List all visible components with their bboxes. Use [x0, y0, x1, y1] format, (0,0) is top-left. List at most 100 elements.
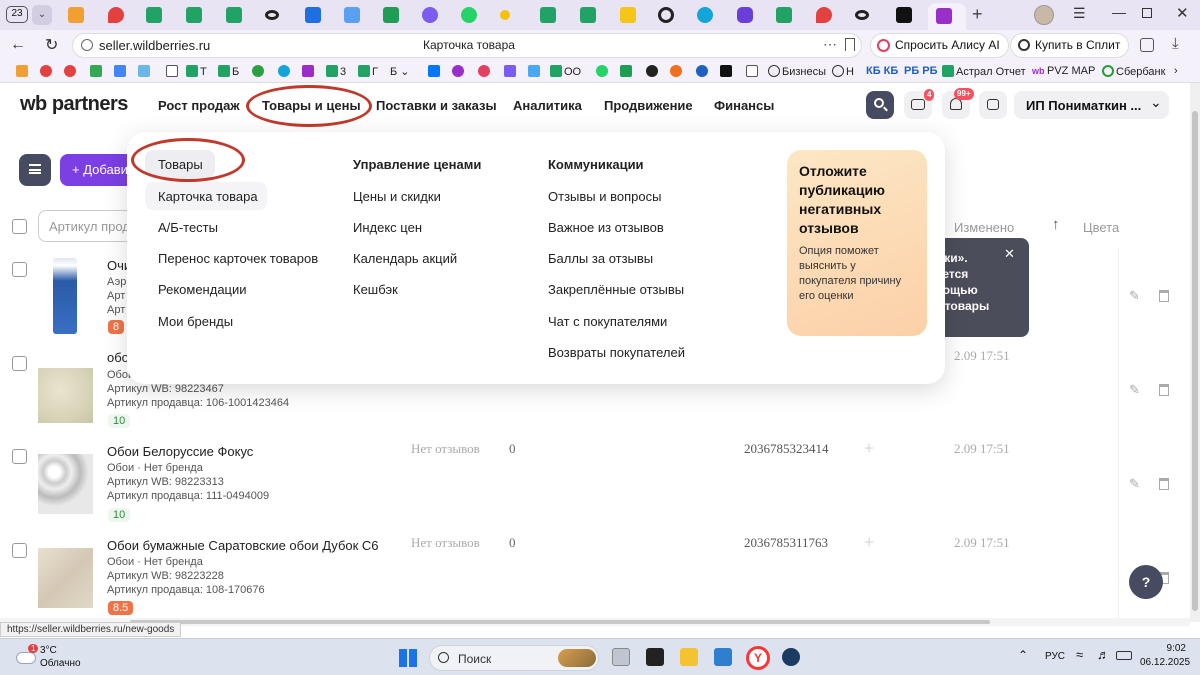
sheets-tab-icon[interactable]: [186, 7, 202, 23]
bookmark-icon[interactable]: [845, 38, 855, 51]
buy-split-button[interactable]: Купить в Сплит: [1010, 33, 1130, 58]
bookmark-3[interactable]: 3: [326, 65, 346, 78]
close-icon[interactable]: ✕: [1004, 246, 1015, 262]
apps-tab-icon[interactable]: [422, 7, 438, 23]
trash-icon[interactable]: [1159, 478, 1169, 490]
wifi-icon[interactable]: ≈: [1076, 647, 1083, 662]
dropdown-item-ab-tests[interactable]: А/Б-тесты: [158, 220, 218, 235]
bookmark-map-icon[interactable]: [40, 65, 54, 78]
map-tab-icon[interactable]: [816, 7, 832, 23]
whatsapp-tab-icon[interactable]: [461, 7, 477, 23]
bookmark-kb[interactable]: КБ КБ: [866, 65, 898, 77]
mail-tab-icon[interactable]: [68, 7, 84, 23]
plus-icon[interactable]: +: [864, 532, 874, 553]
bookmark-wb-icon[interactable]: [452, 65, 466, 78]
col-header-changed[interactable]: Изменено: [954, 220, 1014, 235]
product-title[interactable]: Обои бумажные Саратовские обои Дубок С6: [107, 538, 379, 553]
nav-analytics[interactable]: Аналитика: [513, 98, 582, 113]
col-header-colors[interactable]: Цвета: [1083, 220, 1119, 235]
product-image[interactable]: [38, 548, 93, 608]
bookmark-n[interactable]: Н: [832, 65, 854, 78]
bookmark-oo[interactable]: ОО: [550, 65, 581, 78]
bookmark-red-icon[interactable]: [478, 65, 492, 78]
row-checkbox[interactable]: [12, 543, 27, 558]
steam-icon[interactable]: [782, 648, 800, 666]
clock-time[interactable]: 9:02: [1150, 643, 1186, 654]
row-checkbox[interactable]: [12, 356, 27, 371]
row-checkbox[interactable]: [12, 262, 27, 277]
account-selector[interactable]: ИП Пониматкин ... ⌄: [1014, 91, 1169, 119]
dropdown-item-buyer-chat[interactable]: Чат с покупателями: [548, 314, 667, 329]
dropdown-item-my-brands[interactable]: Мои бренды: [158, 314, 233, 329]
scrollbar-thumb[interactable]: [130, 620, 990, 624]
task-view-icon[interactable]: [612, 648, 630, 666]
product-image[interactable]: [53, 258, 77, 334]
sheets-tab-icon[interactable]: [540, 7, 556, 23]
active-tab[interactable]: [928, 3, 966, 30]
dropdown-item-recommendations[interactable]: Рекомендации: [158, 282, 247, 297]
volume-icon[interactable]: ♬: [1097, 647, 1110, 662]
back-arrow-icon[interactable]: ←: [10, 36, 26, 54]
target-tab-icon[interactable]: [658, 7, 674, 23]
edit-icon[interactable]: ✎: [1129, 288, 1140, 304]
product-title[interactable]: обо: [107, 350, 129, 365]
new-tab-button[interactable]: +: [972, 4, 983, 25]
ring-tab-icon[interactable]: [265, 10, 279, 20]
ask-alice-button[interactable]: Спросить Алису AI: [870, 33, 1009, 58]
help-button[interactable]: ?: [1129, 565, 1163, 599]
bookmark-cloud-icon[interactable]: [138, 65, 152, 78]
product-image[interactable]: [38, 454, 93, 514]
nav-finance[interactable]: Финансы: [714, 98, 774, 113]
dropdown-item-pinned-reviews[interactable]: Закреплённые отзывы: [548, 282, 684, 297]
wb-partners-logo[interactable]: wb partners: [20, 93, 128, 116]
dropdown-item-transfer-cards[interactable]: Перенос карточек товаров: [158, 251, 318, 266]
bookmark-biznesy[interactable]: Бизнесы: [768, 65, 826, 78]
trash-icon[interactable]: [1159, 290, 1169, 302]
nav-promotion[interactable]: Продвижение: [604, 98, 693, 113]
show-hidden-icons[interactable]: ⌃: [1018, 648, 1028, 662]
nav-supplies-orders[interactable]: Поставки и заказы: [376, 98, 497, 113]
remote-desktop-icon[interactable]: [714, 648, 732, 666]
bookmark-mail-icon[interactable]: [16, 65, 30, 78]
edit-icon[interactable]: ✎: [1129, 476, 1140, 492]
sms-tab-icon[interactable]: [344, 7, 360, 23]
dropdown-item-reviews-questions[interactable]: Отзывы и вопросы: [548, 189, 661, 204]
bookmark-b-folder[interactable]: Б ⌄: [390, 65, 410, 78]
sheets-tab-icon[interactable]: [146, 7, 162, 23]
bookmark-fire-icon[interactable]: [670, 65, 684, 78]
ring-tab-icon[interactable]: [855, 10, 869, 20]
row-checkbox[interactable]: [12, 449, 27, 464]
scrollbar-thumb[interactable]: [1192, 111, 1198, 611]
bookmark-apps-icon[interactable]: [114, 65, 128, 78]
bookmark-blue2-icon[interactable]: [696, 65, 710, 78]
sheets-tab-icon[interactable]: [776, 7, 792, 23]
bookmark-map-icon[interactable]: [64, 65, 78, 78]
bookmark-whatsapp-icon[interactable]: [596, 65, 610, 78]
download-icon[interactable]: ⤓: [1172, 35, 1179, 52]
product-image[interactable]: [38, 368, 93, 423]
terminal-app-icon[interactable]: [646, 648, 664, 666]
yandex-browser-icon[interactable]: Y: [746, 646, 770, 670]
bookmark-drive-icon[interactable]: [90, 65, 104, 78]
reload-icon[interactable]: ↻: [45, 35, 58, 55]
dropdown-item-returns[interactable]: Возвраты покупателей: [548, 345, 685, 360]
dropdown-item-price-index[interactable]: Индекс цен: [353, 220, 422, 235]
more-dots-icon[interactable]: ⋯: [823, 36, 837, 53]
tabs-dropdown-icon[interactable]: ⌄: [32, 5, 52, 25]
sort-up-icon[interactable]: ↑: [1052, 216, 1060, 233]
search-button[interactable]: [866, 91, 894, 119]
dropdown-item-cashback[interactable]: Кешбэк: [353, 282, 398, 297]
profile-avatar[interactable]: [1034, 5, 1054, 25]
menu-button[interactable]: [19, 154, 51, 186]
sheets-tab-icon[interactable]: [226, 7, 242, 23]
word-tab-icon[interactable]: [383, 7, 399, 23]
select-all-checkbox[interactable]: [12, 219, 27, 234]
file-explorer-icon[interactable]: [680, 648, 698, 666]
dropdown-item-product-card[interactable]: Карточка товара: [158, 189, 258, 204]
vertical-scrollbar[interactable]: [1190, 83, 1200, 622]
bookmark-b[interactable]: Б: [218, 65, 239, 78]
bookmark-dark-icon[interactable]: [646, 65, 660, 78]
language-indicator[interactable]: РУС: [1045, 651, 1065, 662]
tab-count-badge[interactable]: 23: [6, 6, 28, 23]
minimize-button[interactable]: —: [1112, 4, 1126, 20]
